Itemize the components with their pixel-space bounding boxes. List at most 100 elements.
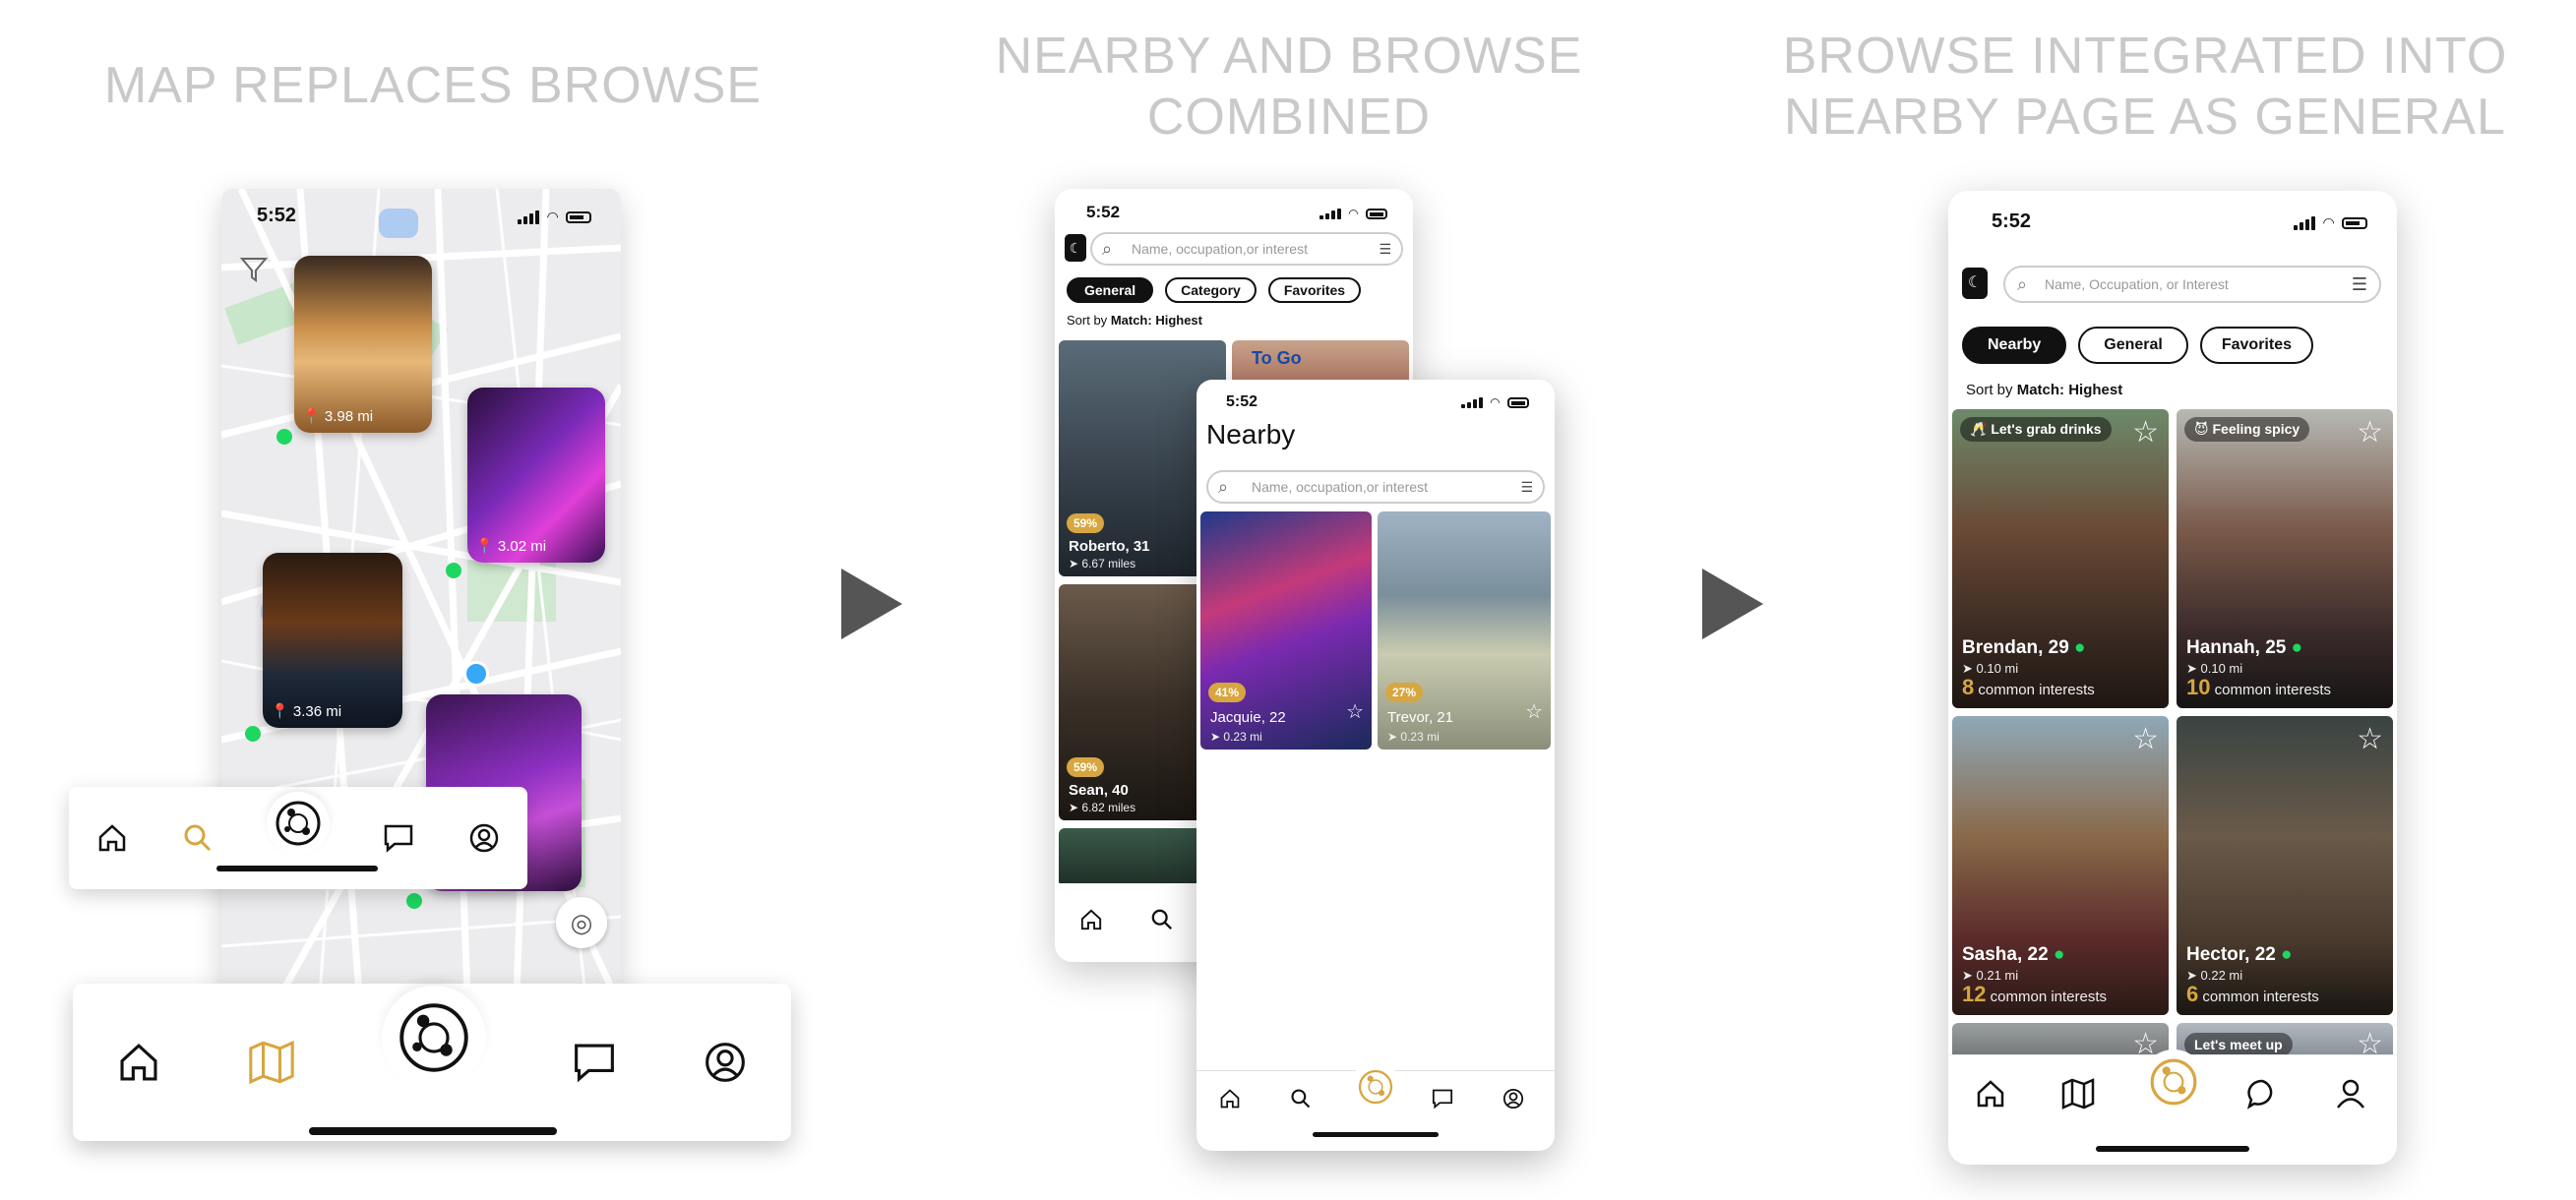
common-interests: 8 common interests bbox=[1962, 675, 2095, 699]
arrow-right-icon bbox=[841, 569, 902, 639]
match-badge: 41% bbox=[1208, 683, 1246, 702]
search-icon[interactable] bbox=[181, 821, 215, 855]
search-input[interactable]: ⌕ Name, occupation,or interest ☰ bbox=[1206, 470, 1545, 504]
status-tag: 😈 Feeling spicy bbox=[2184, 417, 2310, 442]
search-icon: ⌕ bbox=[1218, 477, 1229, 497]
hub-icon bbox=[2150, 1058, 2197, 1106]
heading-nearby-browse-combined: NEARBY AND BROWSE COMBINED bbox=[905, 26, 1673, 148]
search-input[interactable]: ⌕ Name, Occupation, or Interest ☰ bbox=[2003, 266, 2381, 303]
recenter-location-icon[interactable]: ◎ bbox=[556, 897, 607, 948]
sliders-icon[interactable]: ☰ bbox=[1520, 472, 1533, 502]
home-icon[interactable] bbox=[1078, 907, 1104, 932]
sort-value: Match: Highest bbox=[2016, 382, 2123, 398]
common-interests: 12 common interests bbox=[1962, 982, 2108, 1006]
chat-icon[interactable] bbox=[571, 1039, 618, 1086]
favorite-star-icon[interactable]: ☆ bbox=[2132, 722, 2159, 756]
sort-prefix: Sort by bbox=[1966, 382, 2013, 398]
search-icon: ⌕ bbox=[2017, 274, 2028, 294]
favorite-star-icon[interactable]: ☆ bbox=[2132, 415, 2159, 450]
hub-icon bbox=[1358, 1069, 1393, 1105]
wifi-icon: ◠ bbox=[1348, 207, 1358, 220]
status-icons: ◠ bbox=[2294, 214, 2367, 231]
map-card-dj[interactable]: 📍 3.02 mi bbox=[467, 388, 605, 563]
profile-name: Trevor, 21 bbox=[1387, 709, 1453, 726]
tab-favorites[interactable]: Favorites bbox=[1267, 277, 1362, 303]
profile-tile[interactable]: 😈 Feeling spicy ☆ Hannah, 25 ● ➤ 0.10 mi… bbox=[2177, 409, 2393, 708]
map-card-cars[interactable]: 📍 3.36 mi bbox=[263, 553, 402, 728]
heading-line: COMBINED bbox=[1146, 89, 1432, 146]
map-pin[interactable] bbox=[245, 726, 261, 742]
tab-category[interactable]: Category bbox=[1165, 277, 1257, 303]
map-card-pancakes[interactable]: 📍 3.98 mi bbox=[294, 256, 432, 433]
hub-icon bbox=[276, 801, 321, 846]
tab-nearby[interactable]: Nearby bbox=[1962, 327, 2067, 364]
search-icon[interactable] bbox=[1149, 907, 1175, 932]
profile-tile[interactable]: 27% Trevor, 21 ➤ 0.23 mi ☆ bbox=[1378, 511, 1551, 750]
map-icon[interactable] bbox=[2060, 1077, 2096, 1110]
sort-prefix: Sort by bbox=[1067, 313, 1108, 328]
profile-name: Jacquie, 22 bbox=[1210, 709, 1286, 726]
tab-general[interactable]: General bbox=[1067, 277, 1154, 303]
heading-map-replaces-browse: MAP REPLACES BROWSE bbox=[103, 57, 763, 114]
chat-icon[interactable] bbox=[1431, 1087, 1454, 1110]
map-icon[interactable] bbox=[246, 1039, 297, 1086]
map-pin[interactable] bbox=[406, 893, 422, 909]
profile-name: Brendan, 29 ● bbox=[1962, 637, 2086, 658]
profile-tile[interactable]: 🥂 Let's grab drinks ☆ Brendan, 29 ● ➤ 0.… bbox=[1952, 409, 2169, 708]
big-bottom-nav bbox=[73, 984, 791, 1141]
favorite-star-icon[interactable]: ☆ bbox=[1525, 699, 1543, 724]
profile-icon[interactable] bbox=[2334, 1077, 2367, 1110]
hub-button[interactable] bbox=[1350, 1061, 1401, 1112]
signal-icon bbox=[2294, 215, 2316, 230]
status-bar: 5:52 ◠ bbox=[1196, 380, 1555, 419]
heading-line: NEARBY PAGE AS GENERAL bbox=[1784, 89, 2506, 146]
map-pin[interactable] bbox=[276, 429, 292, 445]
hub-button[interactable] bbox=[266, 792, 330, 855]
favorite-star-icon[interactable]: ☆ bbox=[2357, 415, 2383, 450]
profile-name: Roberto, 31 bbox=[1069, 538, 1150, 555]
favorite-star-icon[interactable]: ☆ bbox=[1346, 699, 1364, 724]
status-bar: 5:52 ◠ bbox=[1055, 189, 1413, 228]
page-title: Nearby bbox=[1206, 419, 1296, 450]
map-card-distance: 📍 3.02 mi bbox=[475, 538, 547, 555]
favorite-star-icon[interactable]: ☆ bbox=[2357, 722, 2383, 756]
home-icon[interactable] bbox=[95, 821, 129, 855]
status-icons: ◠ bbox=[1319, 207, 1387, 220]
status-bar: 5:52 ◠ bbox=[221, 189, 621, 228]
hub-button[interactable] bbox=[2141, 1050, 2206, 1114]
home-indicator bbox=[309, 1127, 557, 1135]
filter-icon[interactable] bbox=[239, 256, 269, 283]
sort-row[interactable]: Sort by Match: Highest bbox=[1966, 382, 2122, 398]
sliders-icon[interactable]: ☰ bbox=[1379, 234, 1391, 264]
heading-line: BROWSE INTEGRATED INTO bbox=[1782, 28, 2508, 85]
arrow-right-icon bbox=[1702, 569, 1763, 639]
profile-icon[interactable] bbox=[1502, 1087, 1525, 1110]
sliders-icon[interactable]: ☰ bbox=[2352, 268, 2367, 301]
profile-name: Sean, 40 bbox=[1069, 782, 1129, 799]
status-time: 5:52 bbox=[1992, 210, 2032, 232]
search-icon: ⌕ bbox=[1102, 239, 1113, 259]
home-icon[interactable] bbox=[115, 1039, 162, 1086]
home-icon[interactable] bbox=[1218, 1087, 1242, 1110]
tab-row: Nearby General Favorites bbox=[1962, 327, 2313, 364]
profile-tile[interactable]: 41% Jacquie, 22 ➤ 0.23 mi ☆ bbox=[1200, 511, 1372, 750]
profile-tile[interactable]: ☆ Hector, 22 ● ➤ 0.22 mi 6 common intere… bbox=[2177, 716, 2393, 1015]
sort-row[interactable]: Sort by Match: Highest bbox=[1067, 313, 1202, 328]
small-bottom-nav bbox=[69, 787, 527, 889]
signal-icon bbox=[1460, 396, 1483, 408]
chat-icon[interactable] bbox=[2245, 1077, 2279, 1110]
tab-general[interactable]: General bbox=[2078, 327, 2188, 364]
profile-tile[interactable]: ☆ Sasha, 22 ● ➤ 0.21 mi 12 common intere… bbox=[1952, 716, 2169, 1015]
home-icon[interactable] bbox=[1974, 1077, 2007, 1110]
integrated-phone: 5:52 ◠ ☾ ⌕ Name, Occupation, or Interest… bbox=[1948, 191, 2397, 1165]
search-icon[interactable] bbox=[1289, 1087, 1313, 1110]
hub-button[interactable] bbox=[381, 986, 486, 1090]
profile-icon[interactable] bbox=[702, 1039, 749, 1086]
search-placeholder: Name, occupation,or interest bbox=[1132, 241, 1308, 257]
map-pin[interactable] bbox=[446, 563, 461, 578]
search-input[interactable]: ⌕ Name, occupation,or interest ☰ bbox=[1090, 232, 1403, 266]
profile-icon[interactable] bbox=[467, 821, 501, 855]
tab-favorites[interactable]: Favorites bbox=[2199, 327, 2313, 364]
chat-icon[interactable] bbox=[382, 821, 415, 855]
signal-icon bbox=[1319, 208, 1341, 219]
